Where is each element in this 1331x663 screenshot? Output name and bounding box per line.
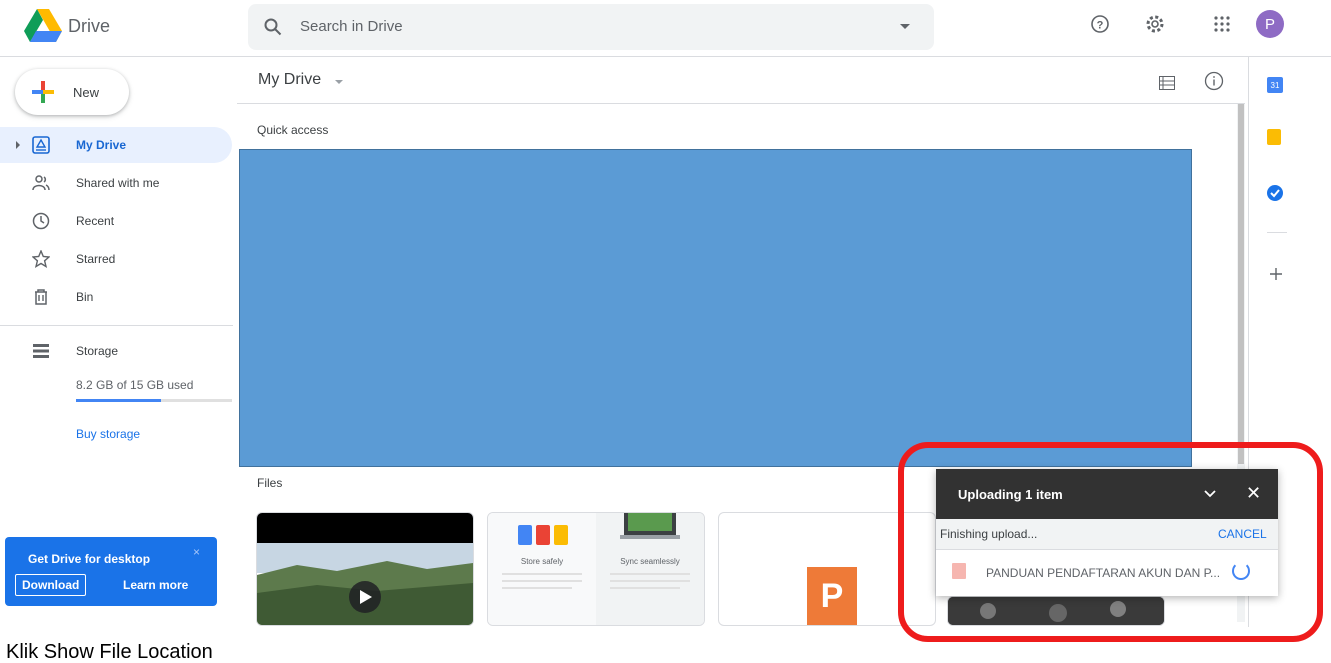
desktop-promo-card: Get Drive for desktop × Download Learn m… [5,537,217,606]
sidebar-item-my-drive[interactable]: My Drive [0,127,232,163]
text-line [502,587,572,589]
promo-close-icon[interactable]: × [193,545,200,559]
text-line [610,587,680,589]
search-bar[interactable] [248,4,934,50]
laptop-icon [620,513,680,539]
highlight-annotation [898,442,1323,642]
new-button[interactable]: New [15,69,129,115]
expand-arrow-icon[interactable] [16,141,20,149]
info-icon[interactable] [1202,69,1226,93]
account-avatar[interactable]: P [1256,10,1284,38]
promo-learn-more-link[interactable]: Learn more [123,578,188,592]
shared-people-icon [32,175,50,191]
panel-divider [1267,232,1287,233]
keep-icon[interactable] [1267,129,1281,145]
text-line [610,580,690,582]
storage-usage-fill [76,399,162,402]
toolbar-divider [237,103,1245,104]
sidebar-item-starred[interactable]: Starred [0,241,232,277]
settings-gear-icon[interactable] [1143,12,1167,36]
svg-text:?: ? [1097,20,1104,32]
add-addon-icon[interactable] [1270,268,1282,280]
doc-icons [518,525,568,545]
store-safely-label: Store safely [520,557,564,566]
apps-grid-icon[interactable] [1210,12,1234,36]
drive-logo[interactable] [24,9,62,43]
scrollbar-thumb[interactable] [1238,104,1244,464]
buy-storage-link[interactable]: Buy storage [76,427,140,441]
sidebar-item-label: Starred [76,252,116,266]
storage-usage-text: 8.2 GB of 15 GB used [76,378,194,392]
bin-icon [35,289,47,305]
sidebar-item-storage[interactable]: Storage [0,333,232,369]
my-drive-icon [32,136,50,154]
search-options-icon[interactable] [900,24,910,29]
files-heading: Files [257,476,283,490]
storage-icon [33,344,49,358]
sidebar-item-label: Storage [76,344,119,358]
sidebar-item-label: Shared with me [76,176,160,190]
file-card-video[interactable] [256,512,474,626]
app-name: Drive [68,16,111,36]
search-icon[interactable] [264,18,282,36]
top-bar: Drive ? P [0,0,1331,57]
video-thumbnail [257,513,473,625]
guide-page-right: Sync seamlessly [596,513,704,625]
promo-title: Get Drive for desktop [28,552,151,566]
guide-page-left: Store safely [488,513,596,625]
sidebar-divider [0,325,233,326]
file-card-drive-guide[interactable]: Store safely Sync seamlessly [487,512,705,626]
star-icon [32,250,50,268]
sidebar-item-recent[interactable]: Recent [0,203,232,239]
plus-icon [32,81,54,103]
list-view-icon[interactable] [1155,71,1179,95]
quick-access-heading: Quick access [257,123,329,137]
calendar-icon[interactable]: 31 [1267,77,1283,93]
quick-access-area [239,149,1192,467]
storage-usage-bar [76,399,232,402]
search-input[interactable] [300,18,860,35]
help-icon[interactable]: ? [1088,12,1112,36]
text-line [502,573,582,575]
sidebar-item-label: My Drive [76,138,127,152]
instruction-caption: Klik Show File Location [6,641,213,663]
text-line [610,573,690,575]
clock-icon [32,212,50,230]
text-line [502,580,582,582]
tasks-icon[interactable] [1267,185,1283,201]
slides-file-icon: P [807,567,857,625]
sidebar-item-shared-with-me[interactable]: Shared with me [0,165,232,201]
sync-seamlessly-label: Sync seamlessly [620,557,680,566]
title-dropdown-icon[interactable] [335,80,343,84]
sidebar-item-bin[interactable]: Bin [0,279,232,315]
promo-download-button[interactable]: Download [15,574,87,596]
new-label: New [73,85,100,100]
page-title[interactable]: My Drive [258,71,321,89]
sidebar-item-label: Bin [76,290,94,304]
sidebar-item-label: Recent [76,214,115,228]
